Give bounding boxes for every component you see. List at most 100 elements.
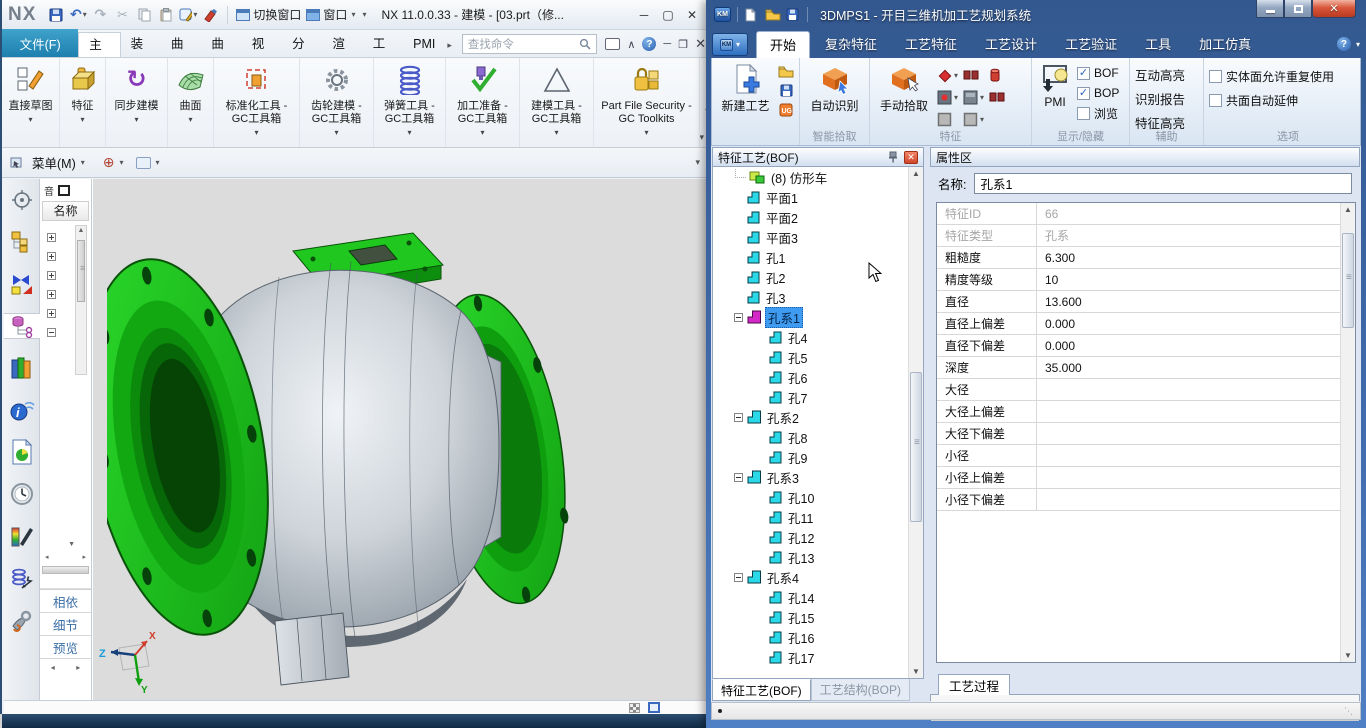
open-folder-icon[interactable] [778, 64, 794, 79]
ribbon-group-5[interactable]: 标准化工具 -GC工具箱▾ [214, 58, 300, 147]
collapse-icon[interactable] [734, 413, 743, 422]
tab-加工仿真[interactable]: 加工仿真 [1186, 31, 1264, 58]
collapse-icon[interactable] [734, 313, 743, 322]
property-value[interactable] [1037, 489, 1355, 510]
navigator-scrollbar[interactable]: ▲ [75, 225, 87, 375]
help-icon[interactable]: ? [1337, 37, 1351, 51]
new-doc-icon[interactable] [744, 8, 759, 22]
checkbox-BOF[interactable]: ✓BOF [1077, 64, 1119, 82]
tree-item[interactable]: 孔7 [713, 387, 923, 407]
tree-item[interactable]: 孔1 [713, 247, 923, 267]
tree-item[interactable]: 孔9 [713, 447, 923, 467]
tree-item[interactable]: 孔15 [713, 607, 923, 627]
tab-工艺验证[interactable]: 工艺验证 [1052, 31, 1130, 58]
maximize-button[interactable] [1284, 0, 1312, 18]
tree-item[interactable]: 平面2 [713, 207, 923, 227]
ribbon-group-1[interactable]: 直接草图▾ [2, 58, 60, 147]
gray-box-icon[interactable] [937, 112, 963, 127]
tab-工艺设计[interactable]: 工艺设计 [972, 31, 1050, 58]
red-cylinder-icon[interactable] [989, 68, 1015, 83]
collapse-icon[interactable] [734, 573, 743, 582]
resize-grip[interactable]: ⋱ [1344, 706, 1354, 717]
checkbox-浏览[interactable]: 浏览 [1077, 104, 1119, 122]
property-value[interactable]: 10 [1037, 269, 1355, 290]
screenshot-icon[interactable]: ▾ [179, 6, 197, 24]
switch-window-button[interactable]: 切换窗口 [236, 6, 301, 23]
minimize-button[interactable] [1256, 0, 1284, 18]
auto-recognize-button[interactable]: 自动识别 [806, 61, 864, 130]
scrollbar-thumb[interactable] [77, 240, 85, 302]
property-value[interactable] [1037, 467, 1355, 488]
tree-scrollbar[interactable]: ▲ ▼ [908, 167, 923, 678]
property-value[interactable] [1037, 379, 1355, 400]
command-search-input[interactable]: 查找命令 [462, 34, 597, 54]
property-value[interactable]: 0.000 [1037, 335, 1355, 356]
ribbon-group-3[interactable]: ↻同步建模▾ [106, 58, 168, 147]
save-icon[interactable] [778, 83, 794, 98]
tree-item[interactable]: 孔11 [713, 507, 923, 527]
dark-box-icon[interactable]: ▾ [963, 90, 989, 105]
aux-button-互动高亮[interactable]: 互动高亮 [1135, 65, 1185, 84]
tree-item[interactable]: 孔13 [713, 547, 923, 567]
clock-icon[interactable] [7, 481, 37, 507]
ribbon-group-7[interactable]: 弹簧工具 -GC工具箱▾ [374, 58, 446, 147]
tab-开始[interactable]: 开始 [756, 31, 810, 58]
tab-工艺特征[interactable]: 工艺特征 [892, 31, 970, 58]
panel-tab-工艺结构(BOP)[interactable]: 工艺结构(BOP) [811, 679, 910, 701]
help-icon[interactable]: ? [642, 37, 656, 51]
tree-item[interactable]: 孔6 [713, 367, 923, 387]
gray-box-icon[interactable]: ▾ [963, 112, 989, 127]
navigator-splitter[interactable] [42, 566, 89, 574]
manual-pick-button[interactable]: 手动拾取 [875, 61, 933, 130]
property-value[interactable] [1037, 423, 1355, 444]
minimize-button[interactable]: ─ [636, 8, 652, 22]
option-共面自动延伸[interactable]: 共面自动延伸 [1209, 91, 1334, 109]
report-doc-icon[interactable] [7, 439, 37, 465]
save-icon[interactable] [47, 6, 65, 24]
visual-report-icon[interactable] [7, 523, 37, 549]
km-application-button[interactable]: KM▾ [712, 33, 748, 56]
scrollbar-thumb[interactable] [1342, 233, 1354, 328]
navigator-section-细节[interactable]: 细节 [40, 613, 91, 636]
open-folder-icon[interactable] [765, 8, 780, 22]
checkbox-BOP[interactable]: ✓BOP [1077, 84, 1119, 102]
3d-viewport[interactable]: Z X Y [92, 179, 706, 700]
tree-item[interactable]: (8) 仿形车 [713, 167, 923, 187]
tree-item[interactable]: 孔3 [713, 287, 923, 307]
ribbon-group-10[interactable]: Part File Security -GC Toolkits▾ [594, 58, 700, 147]
expand-icon[interactable] [47, 271, 56, 280]
ribbon-group-8[interactable]: 加工准备 -GC工具箱▾ [446, 58, 520, 147]
tree-item[interactable]: 孔系2 [713, 407, 923, 427]
navigator-pager[interactable]: ◂▸ [40, 659, 91, 675]
navigator-h-scrollbar[interactable]: ◂▸ [44, 551, 87, 562]
ribbon-group-2[interactable]: 特征▾ [60, 58, 106, 147]
option-实体面允许重复使用[interactable]: 实体面允许重复使用 [1209, 67, 1334, 85]
redo-icon[interactable]: ↷ [91, 6, 109, 24]
mdi-close-icon[interactable]: ✕ [695, 36, 706, 52]
assembly-navigator-icon[interactable] [7, 229, 37, 255]
performance-flag-icon[interactable] [629, 703, 640, 713]
tree-item[interactable]: 孔12 [713, 527, 923, 547]
window-mode-icon[interactable] [648, 702, 660, 713]
expand-icon[interactable] [47, 290, 56, 299]
close-button[interactable]: ✕ [684, 8, 700, 22]
cut-icon[interactable]: ✂ [113, 6, 131, 24]
property-value[interactable] [1037, 401, 1355, 422]
maroon-pair-icon[interactable] [989, 91, 1015, 103]
tab-渲染[interactable]: 渲染 [322, 32, 362, 57]
property-value[interactable]: 66 [1037, 203, 1355, 224]
dot-box-icon[interactable]: ▾ [937, 90, 963, 105]
internet-info-icon[interactable]: i [7, 397, 37, 423]
maximize-button[interactable]: ▢ [660, 8, 676, 22]
screenshot-frame-icon[interactable] [605, 38, 620, 50]
tree-item[interactable]: 孔系4 [713, 567, 923, 587]
red-diamond-icon[interactable]: ▾ [937, 68, 963, 83]
navigator-section-预览[interactable]: 预览 [40, 636, 91, 659]
tree-item[interactable]: 孔17 [713, 647, 923, 667]
panel-tab-特征工艺(BOF)[interactable]: 特征工艺(BOF) [712, 679, 811, 701]
journal-icon[interactable] [7, 565, 37, 591]
property-value[interactable]: 13.600 [1037, 291, 1355, 312]
collapse-icon[interactable] [734, 473, 743, 482]
property-value[interactable]: 35.000 [1037, 357, 1355, 378]
close-button[interactable]: ✕ [1312, 0, 1356, 18]
